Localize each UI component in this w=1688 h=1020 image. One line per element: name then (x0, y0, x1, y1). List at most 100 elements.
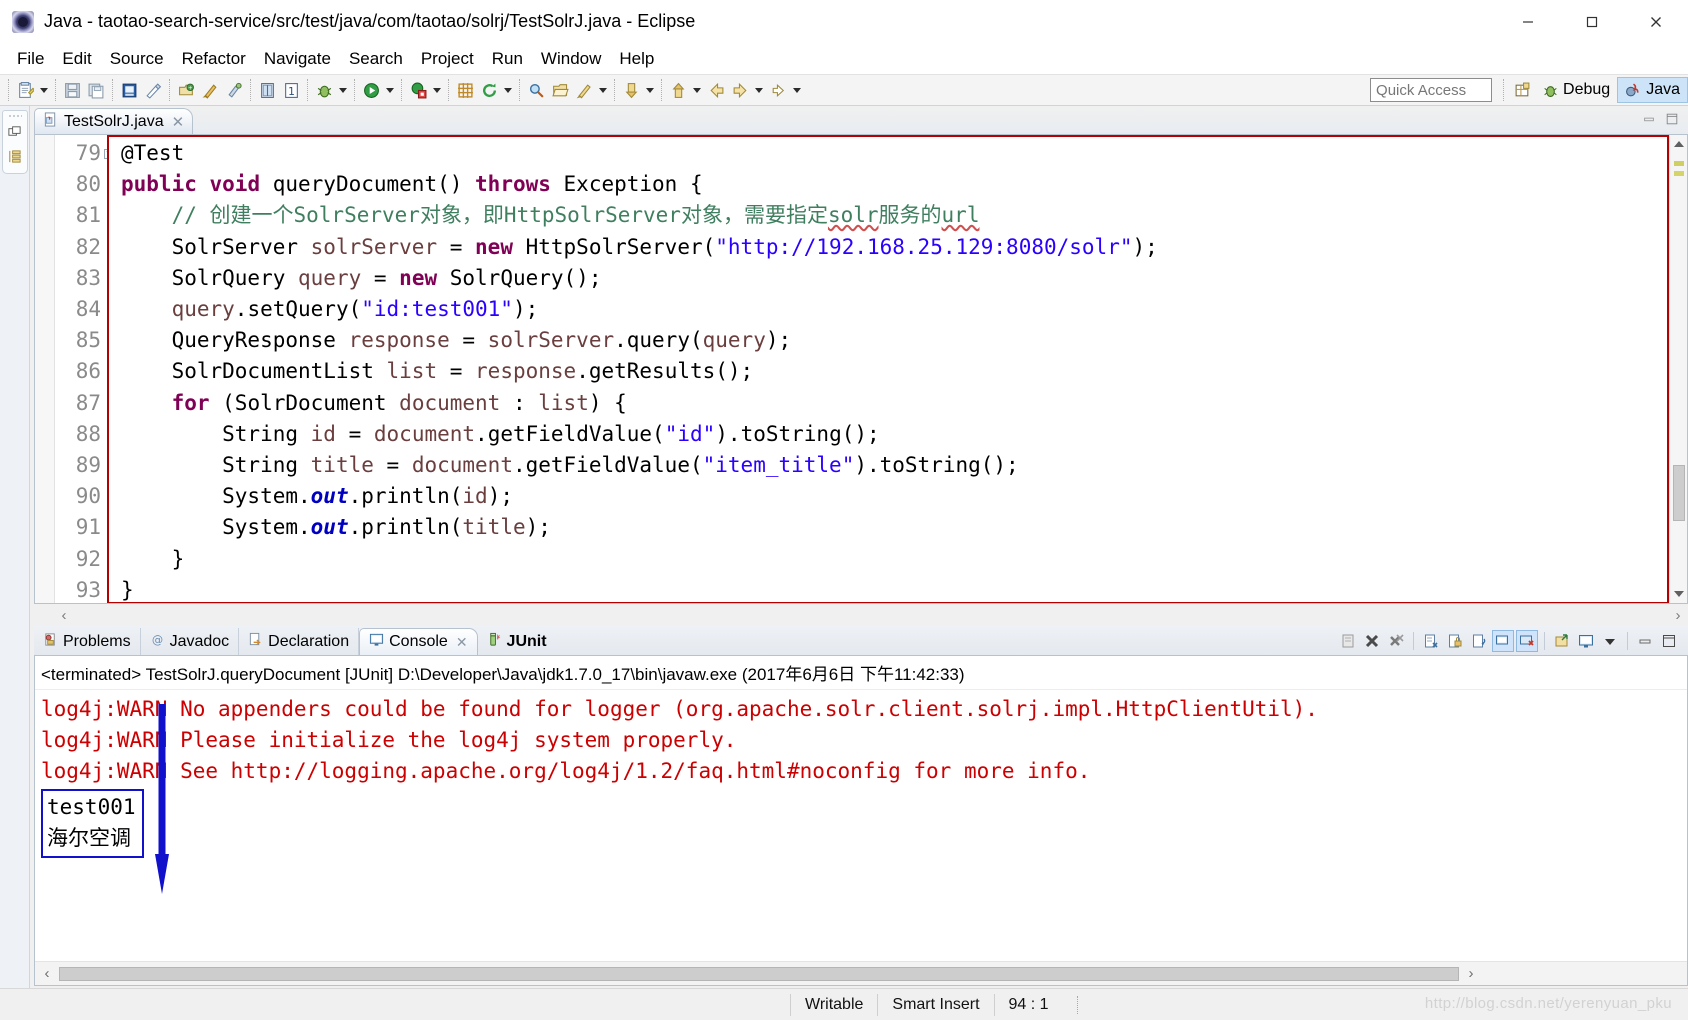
menu-window[interactable]: Window (532, 46, 610, 72)
run-icon[interactable] (359, 77, 383, 103)
scroll-lock-icon[interactable] (1444, 630, 1466, 652)
debug-dropdown-icon[interactable] (336, 77, 350, 103)
forward-icon[interactable] (728, 77, 752, 103)
minimized-view-stack[interactable] (1, 110, 28, 174)
pencil-icon[interactable] (572, 77, 596, 103)
remove-all-terminated-icon[interactable] (1385, 630, 1407, 652)
editor-vertical-scrollbar[interactable] (1669, 135, 1687, 603)
open-console-icon[interactable] (1551, 630, 1573, 652)
restore-view-icon[interactable] (7, 124, 22, 144)
menu-file[interactable]: File (8, 46, 53, 72)
minimize-button[interactable] (1496, 0, 1560, 44)
menu-help[interactable]: Help (610, 46, 663, 72)
menu-search[interactable]: Search (340, 46, 412, 72)
scroll-thumb[interactable] (59, 966, 1459, 981)
toolbar-separator (519, 79, 520, 101)
scroll-down-icon[interactable] (1670, 585, 1688, 603)
new-annotation-icon[interactable] (222, 77, 246, 103)
previous-annotation-icon[interactable] (666, 77, 690, 103)
next-annotation-dropdown-icon[interactable] (643, 77, 657, 103)
print-icon[interactable] (117, 77, 141, 103)
close-button[interactable] (1624, 0, 1688, 44)
back-icon[interactable] (704, 77, 728, 103)
perspective-java-button[interactable]: Java (1617, 77, 1688, 103)
java-file-icon (43, 111, 58, 132)
forward-history-dropdown-icon[interactable] (790, 77, 804, 103)
new-java-class-icon[interactable] (198, 77, 222, 103)
run-dropdown-icon[interactable] (383, 77, 397, 103)
search-icon[interactable] (524, 77, 548, 103)
new-wizard-icon[interactable] (13, 77, 37, 103)
close-icon[interactable]: ✕ (456, 634, 468, 651)
menu-project[interactable]: Project (412, 46, 483, 72)
save-all-icon[interactable] (84, 77, 108, 103)
maximize-button[interactable] (1560, 0, 1624, 44)
close-icon[interactable]: ✕ (172, 113, 185, 131)
scroll-left-icon[interactable]: ‹ (35, 965, 59, 982)
svg-text:@: @ (151, 633, 162, 646)
scroll-right-icon[interactable]: › (1459, 965, 1483, 982)
view-tab-declaration[interactable]: Declaration (239, 628, 360, 655)
scroll-right-icon[interactable]: › (1668, 607, 1688, 624)
editor-icon-ruler[interactable] (35, 135, 55, 603)
console-horizontal-scrollbar[interactable]: ‹ › (35, 961, 1687, 985)
drag-handle[interactable] (7, 114, 22, 119)
save-icon[interactable] (60, 77, 84, 103)
external-tools-icon[interactable] (406, 77, 430, 103)
open-type-icon[interactable] (255, 77, 279, 103)
open-resource-icon[interactable] (548, 77, 572, 103)
overview-marker (1674, 161, 1684, 166)
scroll-track[interactable] (74, 608, 1668, 622)
minimize-view-icon[interactable] (1642, 112, 1656, 131)
clear-console-icon[interactable] (1337, 630, 1359, 652)
previous-annotation-dropdown-icon[interactable] (690, 77, 704, 103)
pencil-dropdown-icon[interactable] (596, 77, 610, 103)
menu-refactor[interactable]: Refactor (173, 46, 255, 72)
menu-source[interactable]: Source (101, 46, 173, 72)
editor-horizontal-scrollbar[interactable]: ‹ › (34, 604, 1688, 626)
scroll-left-icon[interactable]: ‹ (54, 607, 74, 624)
open-task-icon[interactable]: 1 (279, 77, 303, 103)
new-wizard-dropdown-icon[interactable] (37, 77, 51, 103)
scroll-up-icon[interactable] (1670, 135, 1688, 153)
view-tab-junit[interactable]: JUnit (478, 628, 556, 655)
editor-tab-testsolrj[interactable]: TestSolrJ.java ✕ (34, 108, 194, 134)
menu-navigate[interactable]: Navigate (255, 46, 340, 72)
line-number: 89 (75, 453, 101, 478)
editor-text-area[interactable]: @Test public void queryDocument() throws… (107, 135, 1669, 603)
maximize-view-icon[interactable] (1665, 112, 1679, 131)
open-perspective-icon[interactable] (1509, 77, 1535, 103)
maximize-view-icon[interactable] (1658, 630, 1680, 652)
package-explorer-icon[interactable] (7, 149, 22, 169)
menu-run[interactable]: Run (483, 46, 532, 72)
java-perspective-icon (1625, 82, 1642, 99)
menu-edit[interactable]: Edit (53, 46, 100, 72)
new-java-package-icon[interactable]: + (174, 77, 198, 103)
word-wrap-icon[interactable] (1468, 630, 1490, 652)
next-annotation-icon[interactable] (619, 77, 643, 103)
debug-icon[interactable] (312, 77, 336, 103)
view-menu-icon[interactable] (1599, 630, 1621, 652)
view-tab-problems[interactable]: Problems (34, 628, 141, 655)
toggle-mark-occurrences-icon[interactable] (141, 77, 165, 103)
navigate-dropdown-icon[interactable] (752, 77, 766, 103)
display-console-icon[interactable] (1575, 630, 1597, 652)
view-tab-javadoc[interactable]: @ Javadoc (141, 628, 240, 655)
toolbar-separator (307, 79, 308, 101)
perspective-debug-button[interactable]: Debug (1535, 77, 1617, 103)
refresh-dropdown-icon[interactable] (501, 77, 515, 103)
quick-access-input[interactable]: Quick Access (1370, 78, 1493, 102)
refresh-icon[interactable] (477, 77, 501, 103)
view-tab-console[interactable]: Console ✕ (359, 628, 478, 655)
forward-history-icon[interactable] (766, 77, 790, 103)
display-selected-console-icon[interactable] (1516, 630, 1538, 652)
minimize-view-icon[interactable] (1634, 630, 1656, 652)
new-package-wizard-icon[interactable] (453, 77, 477, 103)
toolbar-separator (169, 79, 170, 101)
console-output[interactable]: log4j:WARN No appenders could be found f… (35, 690, 1687, 961)
show-console-when-output-icon[interactable] (1420, 630, 1442, 652)
scroll-thumb[interactable] (1673, 465, 1685, 521)
pin-console-icon[interactable] (1492, 630, 1514, 652)
terminate-icon[interactable] (1361, 630, 1383, 652)
external-tools-dropdown-icon[interactable] (430, 77, 444, 103)
